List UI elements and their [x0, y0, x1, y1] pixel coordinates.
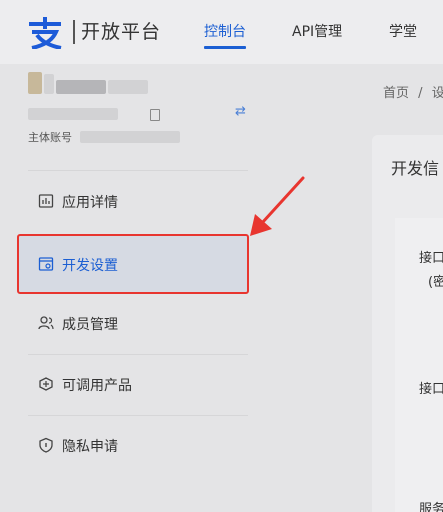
field-label: 接口 [419, 251, 443, 266]
tab-api-management[interactable]: API管理 [292, 21, 342, 41]
divider [28, 415, 248, 416]
master-account-blurred [80, 131, 180, 143]
breadcrumb-current: 设 [431, 86, 443, 101]
members-icon [38, 316, 54, 330]
divider [28, 170, 248, 171]
sidebar-item-label: 成员管理 [62, 317, 118, 333]
top-navbar: 开放平台 控制台 API管理 学堂 [0, 0, 443, 64]
app-name-blurred [108, 80, 148, 94]
sidebar-item-label: 隐私申请 [62, 439, 118, 455]
breadcrumb: 首页 / 设 [383, 82, 443, 101]
copy-icon[interactable] [150, 109, 160, 121]
privacy-shield-icon [39, 437, 53, 453]
sidebar-item-dev-settings[interactable]: 开发设置 [17, 234, 249, 294]
tab-console[interactable]: 控制台 [204, 21, 246, 41]
master-account-label: 主体账号 [28, 131, 72, 144]
divider [28, 354, 248, 355]
active-tab-underline [204, 46, 246, 49]
sidebar-item-label: 开发设置 [62, 258, 118, 274]
field-label: 接口 [419, 382, 443, 397]
logo-divider [73, 20, 75, 44]
app-name-blurred [44, 74, 54, 94]
sidebar-item-app-details[interactable]: 应用详情 [18, 173, 248, 231]
switch-app-icon[interactable]: ⇄ [235, 104, 246, 119]
tab-academy[interactable]: 学堂 [389, 21, 417, 41]
products-icon [39, 377, 53, 391]
breadcrumb-home[interactable]: 首页 [383, 86, 409, 101]
field-label: (密 [428, 275, 443, 290]
sidebar-item-privacy[interactable]: 隐私申请 [18, 417, 248, 475]
sidebar-item-label: 可调用产品 [62, 378, 132, 394]
app-id-blurred [28, 108, 118, 120]
platform-title[interactable]: 开放平台 [81, 17, 161, 44]
app-name-blurred [56, 80, 106, 94]
breadcrumb-separator: / [418, 86, 423, 101]
app-detail-icon [38, 194, 54, 208]
card-title: 开发信 [391, 159, 440, 178]
dev-settings-icon [38, 257, 54, 271]
sidebar-item-label: 应用详情 [62, 195, 118, 211]
field-label: 服务 [419, 502, 443, 512]
sidebar-item-products[interactable]: 可调用产品 [18, 356, 248, 414]
alipay-logo-icon[interactable] [26, 15, 64, 49]
app-avatar [28, 72, 42, 94]
sidebar-item-members[interactable]: 成员管理 [18, 295, 248, 353]
